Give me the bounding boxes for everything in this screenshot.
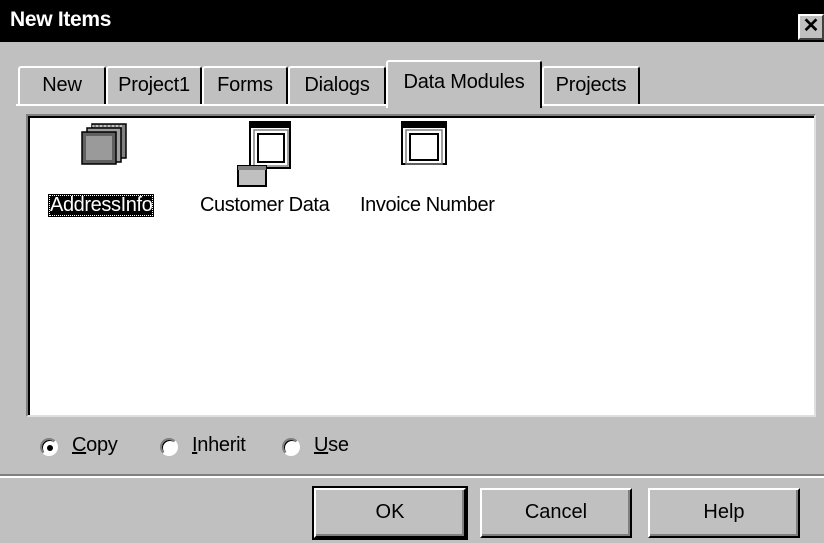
datamodule-stack-icon <box>81 123 127 165</box>
separator <box>0 476 824 478</box>
window-title: New Items <box>10 8 112 31</box>
tab-data-modules[interactable]: Data Modules <box>386 60 542 108</box>
radio-label: Inherit <box>192 434 246 456</box>
radio-label: Copy <box>72 434 118 456</box>
radio-label: Use <box>314 434 349 456</box>
tab-new[interactable]: New <box>18 66 106 106</box>
datamodule-window-icon <box>401 121 447 165</box>
tab-label: Forms <box>217 74 273 96</box>
radio-dot <box>47 445 53 451</box>
title-bar: New Items ✕ <box>0 0 824 42</box>
tab-label: New <box>42 74 82 96</box>
radio-circle <box>282 438 300 456</box>
radio-circle <box>160 438 178 456</box>
help-button[interactable]: Help <box>648 488 800 538</box>
tab-projects[interactable]: Projects <box>542 66 640 106</box>
cancel-button[interactable]: Cancel <box>480 488 632 538</box>
radio-copy[interactable]: Copy <box>40 432 140 462</box>
tab-label: Dialogs <box>304 74 370 96</box>
item-label: Invoice Number <box>360 194 495 216</box>
items-list-view[interactable]: AddressInfo Customer Data Invoice Number <box>26 114 816 417</box>
tab-dialogs[interactable]: Dialogs <box>288 66 386 106</box>
tab-strip: New Project1 Forms Dialogs Data Modules … <box>0 60 824 108</box>
item-label: AddressInfo <box>48 194 155 217</box>
radio-inherit[interactable]: Inherit <box>160 432 270 462</box>
tab-label: Data Modules <box>403 71 525 93</box>
datamodule-window-icon <box>237 121 291 187</box>
close-button[interactable]: ✕ <box>798 14 824 40</box>
tab-label: Project1 <box>118 74 190 96</box>
tab-forms[interactable]: Forms <box>202 66 288 106</box>
item-label: Customer Data <box>200 194 330 216</box>
tab-baseline-right <box>540 104 824 106</box>
tab-label: Projects <box>555 74 627 96</box>
ok-button[interactable]: OK <box>312 486 468 540</box>
close-icon: ✕ <box>802 15 820 37</box>
tab-project1[interactable]: Project1 <box>106 66 202 106</box>
radio-use[interactable]: Use <box>282 432 372 462</box>
radio-circle <box>40 438 58 456</box>
tab-baseline-left <box>16 104 388 106</box>
